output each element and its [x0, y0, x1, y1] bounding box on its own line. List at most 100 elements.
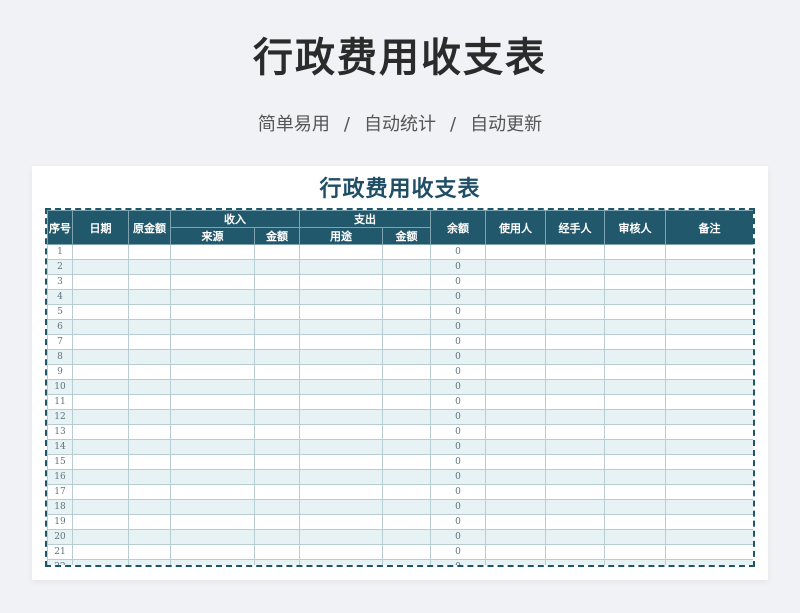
cell-expense-purpose[interactable] [299, 319, 383, 335]
cell-original-amount[interactable] [128, 454, 171, 470]
cell-handler[interactable] [545, 409, 605, 425]
cell-expense-purpose[interactable] [299, 364, 383, 380]
cell-original-amount[interactable] [128, 544, 171, 560]
cell-remarks[interactable] [665, 244, 753, 260]
cell-date[interactable] [72, 499, 129, 515]
cell-handler[interactable] [545, 499, 605, 515]
cell-expense-purpose[interactable] [299, 439, 383, 455]
cell-expense-purpose[interactable] [299, 529, 383, 545]
cell-expense-amount[interactable] [382, 484, 431, 500]
cell-remarks[interactable] [665, 379, 753, 395]
cell-balance[interactable]: 0 [430, 379, 486, 395]
cell-expense-amount[interactable] [382, 364, 431, 380]
cell-income-amount[interactable] [254, 529, 300, 545]
cell-seq[interactable]: 13 [47, 424, 73, 440]
cell-income-source[interactable] [170, 409, 255, 425]
cell-remarks[interactable] [665, 544, 753, 560]
cell-handler[interactable] [545, 334, 605, 350]
cell-date[interactable] [72, 304, 129, 320]
cell-seq[interactable]: 6 [47, 319, 73, 335]
cell-original-amount[interactable] [128, 274, 171, 290]
cell-handler[interactable] [545, 484, 605, 500]
cell-seq[interactable]: 9 [47, 364, 73, 380]
cell-reviewer[interactable] [604, 274, 666, 290]
cell-expense-amount[interactable] [382, 469, 431, 485]
cell-expense-purpose[interactable] [299, 409, 383, 425]
cell-income-amount[interactable] [254, 484, 300, 500]
cell-date[interactable] [72, 274, 129, 290]
cell-expense-purpose[interactable] [299, 559, 383, 565]
cell-reviewer[interactable] [604, 469, 666, 485]
cell-original-amount[interactable] [128, 514, 171, 530]
cell-original-amount[interactable] [128, 469, 171, 485]
cell-seq[interactable]: 7 [47, 334, 73, 350]
cell-expense-amount[interactable] [382, 319, 431, 335]
cell-original-amount[interactable] [128, 319, 171, 335]
cell-expense-purpose[interactable] [299, 274, 383, 290]
cell-seq[interactable]: 8 [47, 349, 73, 365]
cell-date[interactable] [72, 469, 129, 485]
cell-remarks[interactable] [665, 529, 753, 545]
cell-handler[interactable] [545, 529, 605, 545]
cell-income-amount[interactable] [254, 319, 300, 335]
cell-income-amount[interactable] [254, 334, 300, 350]
cell-handler[interactable] [545, 469, 605, 485]
cell-expense-amount[interactable] [382, 499, 431, 515]
cell-handler[interactable] [545, 244, 605, 260]
cell-balance[interactable]: 0 [430, 364, 486, 380]
cell-income-amount[interactable] [254, 259, 300, 275]
cell-handler[interactable] [545, 289, 605, 305]
cell-expense-purpose[interactable] [299, 469, 383, 485]
cell-handler[interactable] [545, 349, 605, 365]
cell-income-source[interactable] [170, 379, 255, 395]
cell-user[interactable] [485, 544, 546, 560]
cell-user[interactable] [485, 259, 546, 275]
cell-user[interactable] [485, 379, 546, 395]
cell-income-source[interactable] [170, 424, 255, 440]
cell-expense-purpose[interactable] [299, 424, 383, 440]
cell-balance[interactable]: 0 [430, 469, 486, 485]
cell-income-amount[interactable] [254, 559, 300, 565]
cell-balance[interactable]: 0 [430, 454, 486, 470]
cell-balance[interactable]: 0 [430, 274, 486, 290]
cell-seq[interactable]: 19 [47, 514, 73, 530]
cell-user[interactable] [485, 529, 546, 545]
cell-reviewer[interactable] [604, 364, 666, 380]
cell-income-amount[interactable] [254, 289, 300, 305]
cell-expense-amount[interactable] [382, 334, 431, 350]
cell-income-source[interactable] [170, 559, 255, 565]
cell-date[interactable] [72, 559, 129, 565]
cell-reviewer[interactable] [604, 559, 666, 565]
cell-reviewer[interactable] [604, 484, 666, 500]
cell-income-source[interactable] [170, 439, 255, 455]
cell-balance[interactable]: 0 [430, 244, 486, 260]
cell-original-amount[interactable] [128, 379, 171, 395]
cell-user[interactable] [485, 484, 546, 500]
cell-reviewer[interactable] [604, 379, 666, 395]
cell-handler[interactable] [545, 274, 605, 290]
cell-income-source[interactable] [170, 514, 255, 530]
cell-balance[interactable]: 0 [430, 529, 486, 545]
cell-original-amount[interactable] [128, 529, 171, 545]
cell-date[interactable] [72, 454, 129, 470]
cell-handler[interactable] [545, 454, 605, 470]
cell-reviewer[interactable] [604, 304, 666, 320]
cell-balance[interactable]: 0 [430, 334, 486, 350]
cell-date[interactable] [72, 289, 129, 305]
cell-reviewer[interactable] [604, 499, 666, 515]
cell-original-amount[interactable] [128, 304, 171, 320]
cell-income-source[interactable] [170, 244, 255, 260]
cell-user[interactable] [485, 439, 546, 455]
cell-income-source[interactable] [170, 499, 255, 515]
cell-seq[interactable]: 17 [47, 484, 73, 500]
cell-handler[interactable] [545, 439, 605, 455]
cell-remarks[interactable] [665, 439, 753, 455]
cell-user[interactable] [485, 304, 546, 320]
cell-expense-amount[interactable] [382, 409, 431, 425]
cell-expense-amount[interactable] [382, 424, 431, 440]
cell-handler[interactable] [545, 394, 605, 410]
cell-date[interactable] [72, 334, 129, 350]
cell-expense-amount[interactable] [382, 259, 431, 275]
cell-remarks[interactable] [665, 274, 753, 290]
cell-reviewer[interactable] [604, 319, 666, 335]
